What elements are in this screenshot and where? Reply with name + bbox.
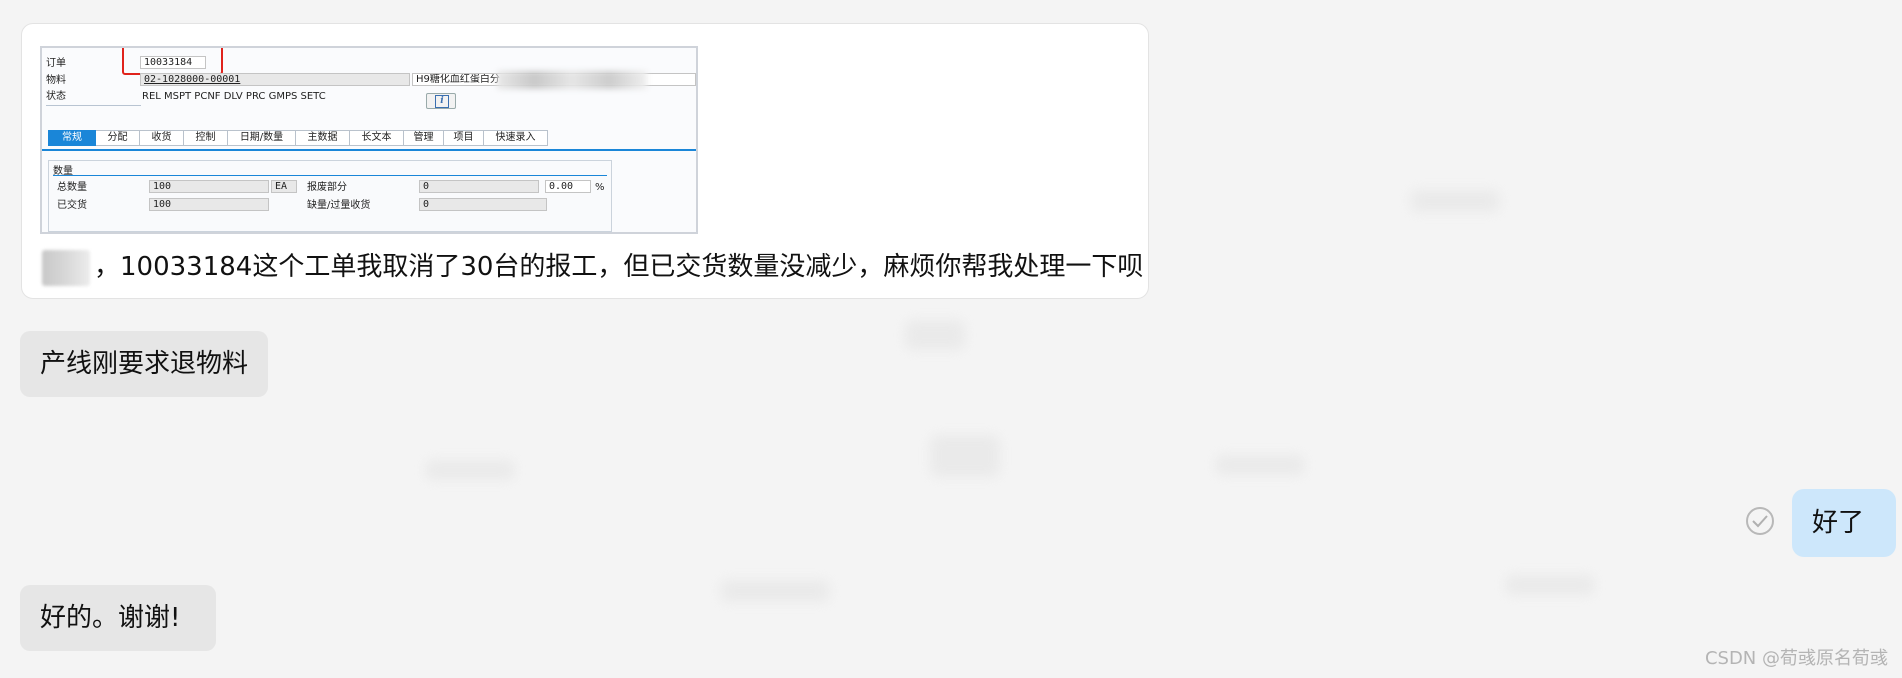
quantity-group: 数量 总数量 100 EA 报废部分 0 0.00 % 已交货 100 缺量/过… <box>48 160 612 232</box>
message-text: ，10033184这个工单我取消了30台的报工，但已交货数量没减少，麻烦你帮我处… <box>94 252 1144 282</box>
sap-tab-strip: 常规 分配 收货 控制 日期/数量 主数据 长文本 管理 项目 快速录入 <box>48 130 548 146</box>
material-label: 物料 <box>46 75 66 86</box>
tab-project[interactable]: 项目 <box>444 130 484 146</box>
material-field: 02-1028000-00001 <box>140 73 410 86</box>
delivered-field: 100 <box>149 198 269 211</box>
blurred-artifact <box>425 460 515 480</box>
total-qty-field: 100 <box>149 180 269 193</box>
order-label: 订单 <box>46 58 66 69</box>
message-bubble-incoming[interactable]: 好的。谢谢! <box>20 585 216 651</box>
short-receipt-label: 缺量/过量收货 <box>307 200 371 211</box>
read-check-icon <box>1746 507 1774 535</box>
tab-long-text[interactable]: 长文本 <box>350 130 404 146</box>
scrap-field: 0 <box>419 180 539 193</box>
scrap-percent-field: 0.00 <box>545 180 591 193</box>
percent-sign: % <box>595 182 605 193</box>
scrap-label: 报废部分 <box>307 182 347 193</box>
tab-administration[interactable]: 管理 <box>404 130 444 146</box>
tab-goods-receipt[interactable]: 收货 <box>140 130 184 146</box>
message-card-incoming[interactable]: 订单 10033184 物料 02-1028000-00001 H9糖化血红蛋白… <box>21 23 1149 299</box>
tab-assignment[interactable]: 分配 <box>96 130 140 146</box>
message-text: 产线刚要求退物料 <box>40 349 249 379</box>
unit-field: EA <box>271 180 297 193</box>
tab-control[interactable]: 控制 <box>184 130 228 146</box>
message-text: 好了 <box>1812 508 1865 538</box>
redacted-name <box>42 250 90 286</box>
total-qty-label: 总数量 <box>57 182 87 193</box>
status-underline <box>46 105 141 106</box>
blurred-artifact <box>720 580 830 602</box>
tab-dates-quantities[interactable]: 日期/数量 <box>228 130 296 146</box>
blurred-artifact <box>905 320 965 350</box>
blurred-artifact <box>930 435 1000 477</box>
tab-underline <box>42 149 696 151</box>
blurred-artifact <box>1410 190 1500 212</box>
chat-window: 订单 10033184 物料 02-1028000-00001 H9糖化血红蛋白… <box>0 0 1902 678</box>
tab-general[interactable]: 常规 <box>48 130 96 146</box>
redacted-text <box>497 71 647 89</box>
status-value: REL MSPT PCNF DLV PRC GMPS SETC <box>142 91 326 102</box>
material-description-text: H9糖化血红蛋白分 <box>416 74 500 85</box>
message-bubble-outgoing[interactable]: 好了 <box>1792 489 1896 557</box>
tab-fast-entry[interactable]: 快速录入 <box>484 130 548 146</box>
tab-master-data[interactable]: 主数据 <box>296 130 350 146</box>
order-highlight-box <box>122 48 223 75</box>
short-receipt-field: 0 <box>419 198 547 211</box>
message-bubble-incoming[interactable]: 产线刚要求退物料 <box>20 331 268 397</box>
watermark: CSDN @荀彧原名荀彧 <box>1704 648 1888 669</box>
info-button[interactable]: i <box>426 93 456 109</box>
message-text: 好的。谢谢! <box>40 603 181 633</box>
info-icon: i <box>435 95 449 108</box>
sap-order-screenshot[interactable]: 订单 10033184 物料 02-1028000-00001 H9糖化血红蛋白… <box>40 46 698 234</box>
group-divider <box>53 175 607 176</box>
status-label: 状态 <box>46 91 66 102</box>
blurred-artifact <box>1215 455 1305 475</box>
blurred-artifact <box>1505 575 1595 595</box>
delivered-label: 已交货 <box>57 200 87 211</box>
